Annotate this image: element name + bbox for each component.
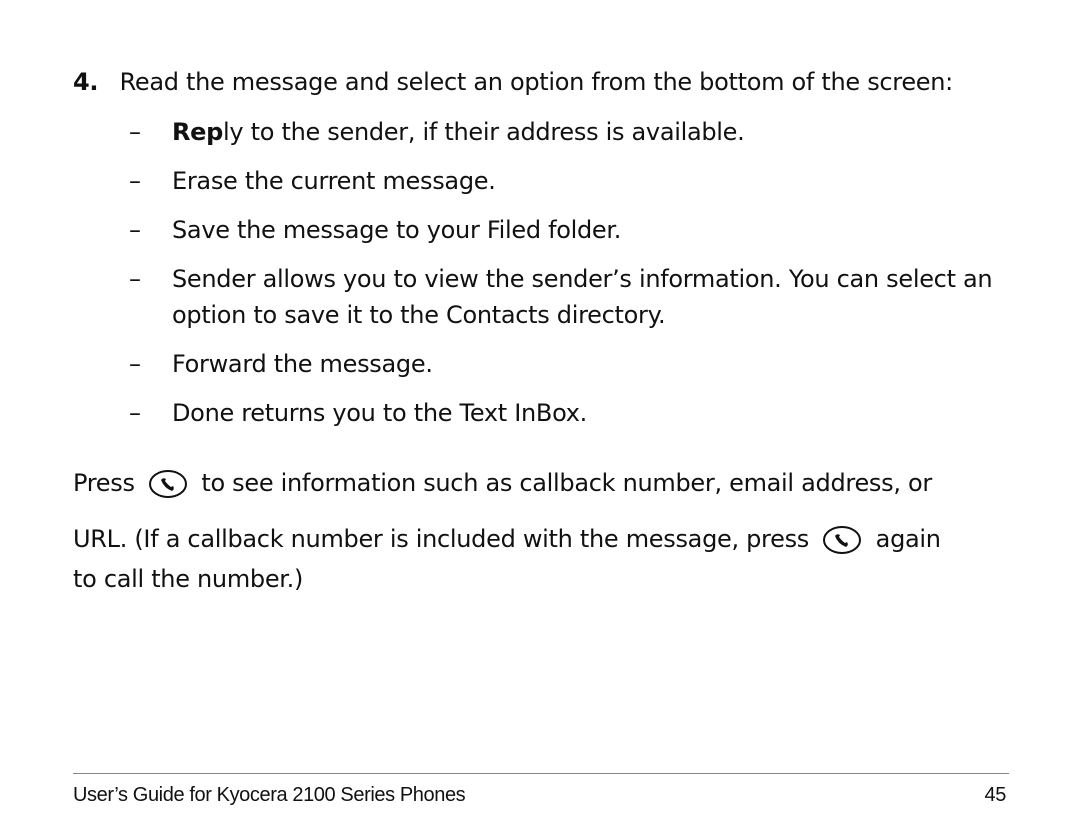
bullet-dash: –: [129, 118, 141, 146]
option-save: Save the message to your Filed folder.: [172, 216, 622, 244]
option-text: ly to the sender, if their address is av…: [223, 118, 745, 146]
bullet-dash: –: [129, 216, 141, 244]
para-text: to see information such as callback numb…: [201, 469, 932, 497]
step-number: 4.: [73, 68, 99, 96]
para-text: URL. (If a callback number is included w…: [73, 525, 809, 553]
para-line-2: URL. (If a callback number is included w…: [73, 525, 941, 555]
footer-divider: [73, 773, 1009, 774]
para-line-3: to call the number.): [73, 565, 304, 593]
send-call-key-icon: [823, 526, 862, 554]
option-done: Done returns you to the Text InBox.: [172, 399, 587, 427]
step-text: Read the message and select an option fr…: [119, 68, 954, 96]
option-erase: Erase the current message.: [172, 167, 496, 195]
footer-title: User’s Guide for Kyocera 2100 Series Pho…: [73, 784, 466, 806]
para-line-1: Press to see information such as callbac…: [73, 469, 932, 499]
bullet-dash: –: [129, 167, 141, 195]
para-text: again: [875, 525, 941, 553]
send-call-key-icon: [149, 470, 188, 498]
bullet-dash: –: [129, 399, 141, 427]
option-forward: Forward the message.: [172, 350, 433, 378]
option-sender-cont: option to save it to the Contacts direct…: [172, 301, 666, 329]
bullet-dash: –: [129, 350, 141, 378]
bullet-dash: –: [129, 265, 141, 293]
option-sender: Sender allows you to view the sender’s i…: [172, 265, 993, 293]
step-4: 4. Read the message and select an option…: [73, 68, 953, 96]
option-reply: Reply to the sender, if their address is…: [172, 118, 745, 146]
para-text: Press: [73, 469, 135, 497]
option-bold: Rep: [172, 118, 224, 146]
page-number: 45: [984, 784, 1007, 806]
